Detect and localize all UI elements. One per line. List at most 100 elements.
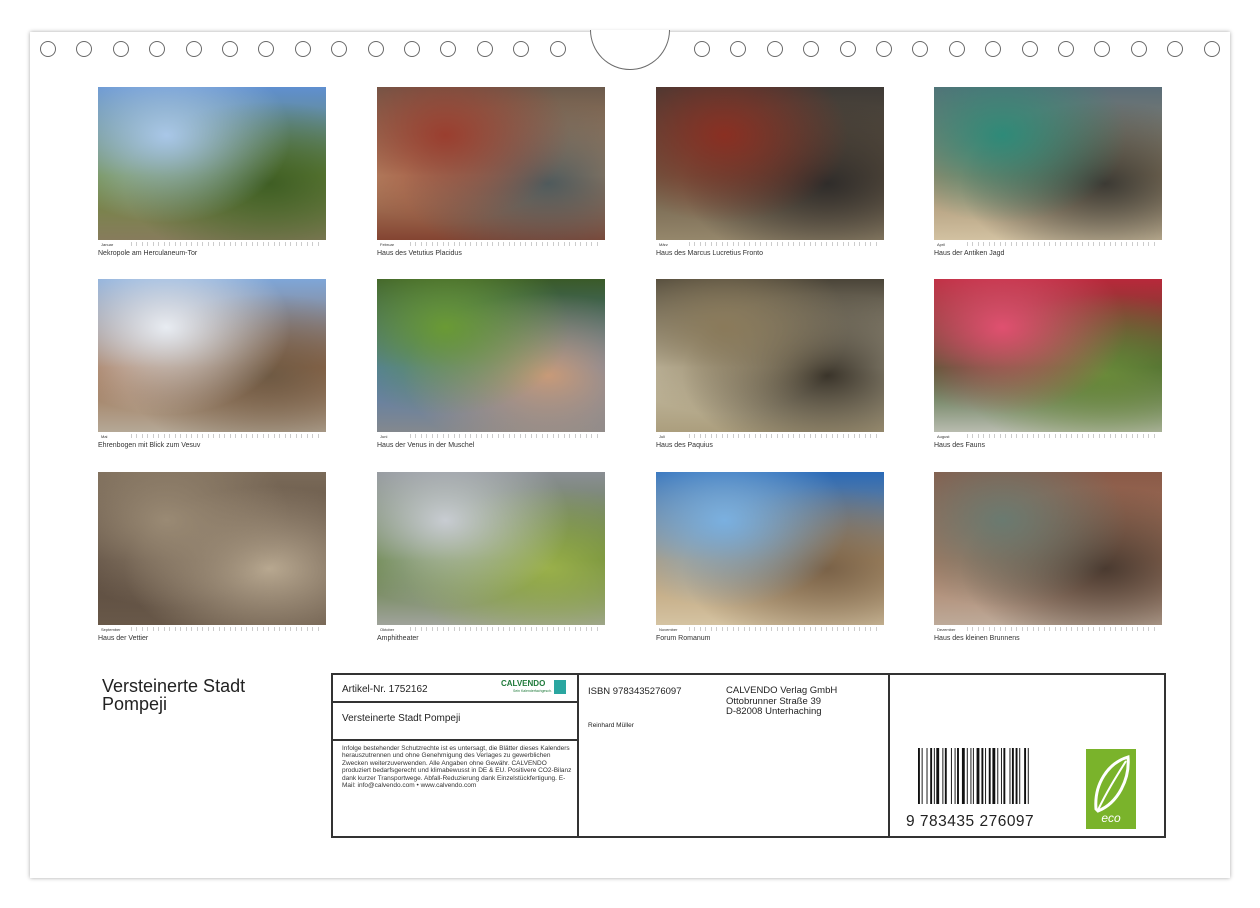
binding-ring: [803, 41, 820, 57]
product-info-box: Artikel-Nr. 1752162 CALVENDO Sein Kalend…: [331, 673, 1166, 838]
barcode-bar: [926, 748, 928, 804]
legal-text: Infolge bestehender Schutzrechte ist es …: [342, 745, 572, 790]
day-grid: [410, 627, 602, 631]
month-date-strip: März: [656, 240, 884, 248]
barcode-bar: [972, 748, 974, 804]
month-label: November: [659, 626, 678, 632]
month-date-strip: Februar: [377, 240, 605, 248]
isbn-barcode: [918, 748, 1029, 804]
barcode-bar: [1003, 748, 1006, 804]
eco-label: eco: [1101, 811, 1121, 825]
binding-ring: [440, 41, 457, 57]
binding-ring: [1094, 41, 1111, 57]
barcode-bar: [942, 748, 944, 804]
calendar-back-sheet: Januar Nekropole am Herculaneum-Tor Februa…: [30, 30, 1230, 878]
photo-caption: Haus des kleinen Brunnens: [934, 635, 1020, 642]
barcode-bar: [997, 748, 999, 804]
month-photo: November: [656, 472, 884, 633]
month-photo: Juni: [377, 279, 605, 440]
photo-caption: Forum Romanum: [656, 635, 711, 642]
month-label: April: [937, 241, 946, 247]
binding-ring: [1203, 41, 1220, 57]
binding-ring: [1058, 41, 1074, 57]
barcode-bar: [950, 748, 952, 804]
month-label: Dezember: [937, 626, 956, 632]
binding-ring: [948, 41, 965, 57]
day-grid: [689, 242, 881, 246]
calvendo-logo-icon: [554, 680, 566, 694]
month-photo: August: [934, 279, 1162, 440]
barcode-bar: [918, 748, 920, 804]
binding-ring: [331, 41, 348, 57]
article-cell: Artikel-Nr. 1752162 CALVENDO Sein Kalend…: [333, 675, 579, 703]
month-date-strip: September: [98, 625, 326, 633]
barcode-digits: 9 783435 276097: [906, 813, 1035, 830]
month-date-strip: November: [656, 625, 884, 633]
binding-ring: [112, 41, 129, 57]
barcode-bar: [1024, 748, 1027, 804]
day-grid: [967, 627, 1159, 631]
month-date-strip: Dezember: [934, 625, 1162, 633]
binding-ring: [476, 41, 493, 57]
binding-ring: [730, 41, 747, 57]
product-title: Versteinerte Stadt Pompeji: [342, 713, 461, 724]
barcode-bar: [976, 748, 980, 804]
barcode-bar: [1027, 748, 1029, 804]
barcode-bar: [930, 748, 933, 804]
calvendo-logo-text: CALVENDO: [501, 679, 546, 688]
month-label: Mai: [101, 433, 108, 439]
month-label: Oktober: [380, 626, 395, 632]
binding-ring: [404, 41, 420, 57]
binding-ring: [839, 41, 856, 57]
day-grid: [689, 627, 881, 631]
barcode-bar: [1015, 748, 1018, 804]
month-label: August: [937, 433, 950, 439]
month-date-strip: April: [934, 240, 1162, 248]
barcode-bar: [981, 748, 984, 804]
photo-caption: Nekropole am Herculaneum-Tor: [98, 250, 198, 257]
binding-ring: [40, 41, 56, 57]
publisher-cell: ISBN 9783435276097 Reinhard Müller CALVE…: [579, 675, 890, 838]
isbn: ISBN 9783435276097: [588, 686, 682, 697]
binding-ring: [876, 41, 892, 57]
binding-ring: [367, 41, 384, 57]
month-photo: Februar: [377, 87, 605, 248]
photo-caption: Amphitheater: [377, 635, 419, 642]
day-grid: [410, 242, 602, 246]
month-label: September: [101, 626, 121, 632]
barcode-bar: [1009, 748, 1011, 804]
barcode-bar: [944, 748, 947, 804]
photo-caption: Haus des Marcus Lucretius Fronto: [656, 250, 763, 257]
binding-ring: [222, 41, 238, 57]
month-label: Juli: [659, 433, 666, 439]
eco-badge: eco: [1086, 749, 1136, 829]
binding-ring: [513, 41, 530, 57]
day-grid: [131, 242, 323, 246]
month-date-strip: Oktober: [377, 625, 605, 633]
barcode-bar: [936, 748, 940, 804]
binding-ring: [912, 41, 929, 57]
article-number: Artikel-Nr. 1752162: [342, 684, 428, 695]
day-grid: [689, 434, 881, 438]
barcode-bar: [1000, 748, 1002, 804]
binding-ring: [694, 41, 710, 57]
binding-ring: [258, 41, 275, 57]
month-date-strip: Juni: [377, 432, 605, 440]
barcode-bar: [992, 748, 996, 804]
barcode-bar: [966, 748, 968, 804]
day-grid: [410, 434, 602, 438]
calvendo-logo-sub: Sein Kalenderfachgesch.: [513, 689, 552, 693]
month-photo: Oktober: [377, 472, 605, 633]
month-date-strip: Januar: [98, 240, 326, 248]
photo-caption: Haus der Venus in der Muschel: [377, 442, 475, 449]
photo-caption: Haus der Antiken Jagd: [934, 250, 1005, 257]
barcode-bar: [961, 748, 965, 804]
photo-caption: Haus des Fauns: [934, 442, 985, 449]
binding-ring: [549, 41, 566, 57]
barcode-bar: [970, 748, 972, 804]
binding-ring: [294, 41, 311, 57]
barcode-bar: [1011, 748, 1014, 804]
month-photo: Mai: [98, 279, 326, 440]
binding-ring: [1167, 41, 1184, 57]
month-photo: September: [98, 472, 326, 633]
